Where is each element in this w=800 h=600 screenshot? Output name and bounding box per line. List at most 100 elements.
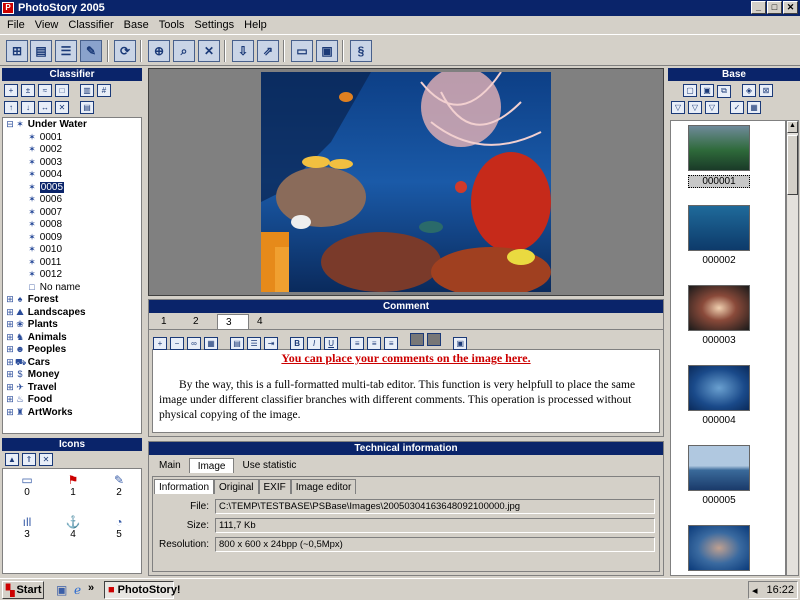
move-up-icon[interactable]: ↑ — [4, 101, 18, 114]
tree-category[interactable]: ⊞ $ Money — [5, 368, 141, 381]
tree-category[interactable]: ⊞ ♨ Food — [5, 393, 141, 406]
thumbnail-label[interactable]: 000004 — [688, 415, 750, 426]
underline-icon[interactable]: U — [324, 337, 339, 350]
expand-icon[interactable]: ⊞ — [5, 381, 15, 394]
tree-category[interactable]: ⊞ ❀ Plants — [5, 318, 141, 331]
tree-item[interactable]: ✶ 0006 — [5, 193, 141, 206]
tech-subtab[interactable]: Image editor — [290, 479, 357, 494]
tree-item[interactable]: ✶ 0005 — [5, 181, 141, 194]
task-photostory[interactable]: ■ PhotoStory! — [104, 581, 181, 599]
close-button[interactable]: ✕ — [783, 1, 798, 14]
photo-preview[interactable] — [261, 72, 551, 292]
image-insert-icon[interactable]: ▦ — [204, 337, 218, 350]
expand-icon[interactable]: ⊞ — [5, 343, 15, 356]
link-icon[interactable]: § — [350, 40, 372, 62]
tree-item[interactable]: ✶ 0002 — [5, 143, 141, 156]
add-icon[interactable]: + — [153, 337, 167, 350]
new-image-icon[interactable]: ▢ — [683, 84, 697, 97]
table-icon[interactable]: ▤ — [230, 337, 245, 350]
expand-icon[interactable]: ⊞ — [5, 306, 15, 319]
scroll-thumb[interactable] — [787, 135, 798, 195]
menu-view[interactable]: View — [30, 19, 64, 31]
panels-icon[interactable]: ☰ — [55, 40, 77, 62]
comment-tab-3[interactable]: 3 — [217, 314, 249, 329]
branch-settings-icon[interactable]: □ — [55, 84, 69, 97]
italic-icon[interactable]: I — [307, 337, 322, 350]
expand-icon[interactable]: ⊞ — [5, 356, 15, 369]
filter-add-icon[interactable]: ▽ — [688, 101, 702, 114]
thumbnail-label[interactable]: 000002 — [688, 255, 750, 266]
color-icon[interactable] — [410, 333, 425, 346]
tree-category[interactable]: ⊞ ✈ Travel — [5, 381, 141, 394]
import-icon[interactable]: ⇩ — [232, 40, 254, 62]
scroll-top-icon[interactable]: ⇑ — [22, 453, 36, 466]
fit-icon[interactable]: ✕ — [198, 40, 220, 62]
tree-view-icon[interactable]: ⊞ — [6, 40, 28, 62]
minimize-button[interactable]: _ — [751, 1, 766, 14]
select-image-icon[interactable]: ◈ — [742, 84, 756, 97]
scroll-up-icon[interactable]: ▲ — [5, 453, 19, 466]
filter-icon[interactable]: ▽ — [671, 101, 685, 114]
remove-icon[interactable]: ✕ — [39, 453, 53, 466]
add-branch-icon[interactable]: ± — [21, 84, 35, 97]
tree-category[interactable]: ⊞⛟ Cars — [5, 356, 141, 369]
volume-icon[interactable]: ◂ — [752, 584, 758, 597]
indent-icon[interactable]: ⇥ — [264, 337, 279, 350]
thumbnail-image[interactable] — [688, 205, 750, 251]
filter-remove-icon[interactable]: ▽ — [705, 101, 719, 114]
expand-icon[interactable]: ⊞ — [5, 318, 15, 331]
tech-tab[interactable]: Image — [188, 458, 235, 473]
numbering-icon[interactable]: # — [97, 84, 111, 97]
thumbnail-label[interactable]: 000003 — [688, 335, 750, 346]
menu-file[interactable]: File — [2, 19, 30, 31]
start-button[interactable]: ▚ Start — [2, 581, 44, 599]
maximize-button[interactable]: □ — [767, 1, 782, 14]
comment-tab-2[interactable]: 2 — [185, 314, 217, 329]
expand-icon[interactable]: ⊞ — [5, 293, 15, 306]
tree-item[interactable]: ✶ 0004 — [5, 168, 141, 181]
thumbnail-label[interactable]: 000006 — [688, 575, 750, 576]
tree-category[interactable]: ⊞ ♠ Forest — [5, 293, 141, 306]
expand-icon[interactable]: ↔ — [38, 101, 52, 114]
quicklaunch-more[interactable]: » — [88, 582, 94, 594]
screen-icon[interactable]: ▣ — [316, 40, 338, 62]
rename-icon[interactable]: ≈ — [38, 84, 52, 97]
align-center-icon[interactable]: ≡ — [367, 337, 382, 350]
thumbnail-scrollbar[interactable]: ▲ — [786, 120, 799, 576]
bold-icon[interactable]: B — [290, 337, 305, 350]
tools-icon[interactable]: ✎ — [80, 40, 102, 62]
tech-subtab[interactable]: EXIF — [258, 479, 291, 494]
document-icon[interactable]: ▤ — [30, 40, 52, 62]
minus-icon[interactable]: − — [170, 337, 184, 350]
tree-item[interactable]: ✶ 0010 — [5, 243, 141, 256]
align-right-icon[interactable]: ≡ — [384, 337, 399, 350]
tree-category[interactable]: ⊞ ♞ Animals — [5, 331, 141, 344]
list-icon[interactable]: ☰ — [247, 337, 262, 350]
comment-editor[interactable]: You can place your comments on the image… — [152, 349, 660, 433]
search-icon[interactable]: ⌕ — [173, 40, 195, 62]
tree-item[interactable]: ✶ 0009 — [5, 231, 141, 244]
tree-category[interactable]: ⊞ ⛰ Landscapes — [5, 306, 141, 319]
menu-classifier[interactable]: Classifier — [63, 19, 118, 31]
thumbnail-image[interactable] — [688, 365, 750, 411]
collapse-icon[interactable]: ⊟ — [5, 118, 15, 131]
expand-icon[interactable]: ⊞ — [5, 393, 15, 406]
properties-icon[interactable]: ▤ — [80, 101, 94, 114]
menu-tools[interactable]: Tools — [154, 19, 190, 31]
expand-icon[interactable]: ⊞ — [5, 331, 15, 344]
tree-item[interactable]: ✶ 0001 — [5, 131, 141, 144]
icon-cell[interactable]: ▭ 0 — [12, 473, 42, 498]
desktop-icon[interactable]: ▣ — [56, 583, 67, 597]
icon-cell[interactable]: ◔ 5 — [104, 515, 134, 540]
comment-tab-1[interactable]: 1 — [153, 314, 185, 329]
tree-item[interactable]: ✶ 0012 — [5, 268, 141, 281]
export-icon[interactable]: ⇗ — [257, 40, 279, 62]
thumbnail-image[interactable] — [688, 525, 750, 571]
tree-item[interactable]: ✶ 0007 — [5, 206, 141, 219]
browser-icon[interactable]: ℯ — [74, 583, 81, 597]
thumbnail-label[interactable]: 000005 — [688, 495, 750, 506]
tech-tab[interactable]: Use statistic — [234, 458, 304, 473]
move-down-icon[interactable]: ↓ — [21, 101, 35, 114]
icon-cell[interactable]: ⚑ 1 — [58, 473, 88, 498]
tree-category[interactable]: ⊞☻ Peoples — [5, 343, 141, 356]
